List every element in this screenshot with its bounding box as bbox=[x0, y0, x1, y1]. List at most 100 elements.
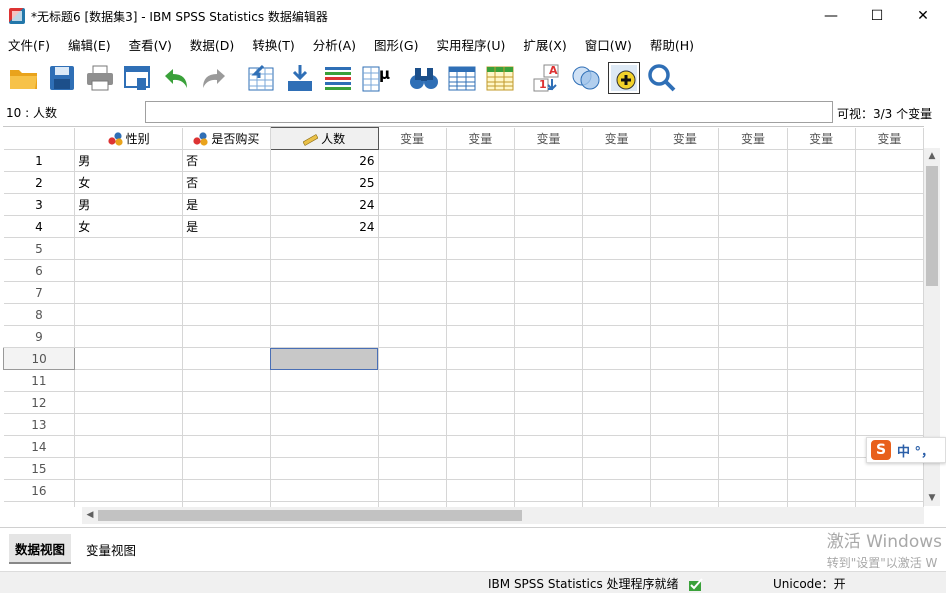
scroll-up-icon[interactable]: ▲ bbox=[924, 148, 940, 164]
data-cell[interactable] bbox=[650, 457, 720, 480]
data-cell[interactable] bbox=[787, 149, 856, 172]
data-cell[interactable] bbox=[270, 479, 379, 502]
data-cell[interactable] bbox=[446, 215, 515, 238]
data-cell[interactable] bbox=[718, 171, 788, 194]
variables-icon[interactable] bbox=[322, 62, 354, 94]
data-cell[interactable] bbox=[514, 325, 584, 348]
data-cell[interactable] bbox=[378, 149, 447, 172]
data-cell[interactable] bbox=[787, 479, 856, 502]
data-cell[interactable] bbox=[74, 479, 184, 502]
data-cell[interactable] bbox=[378, 479, 447, 502]
data-cell[interactable] bbox=[514, 303, 584, 326]
insert-cases-icon[interactable] bbox=[446, 62, 478, 94]
data-cell[interactable] bbox=[182, 391, 271, 414]
data-cell[interactable] bbox=[787, 303, 856, 326]
data-cell[interactable] bbox=[378, 171, 447, 194]
data-cell[interactable] bbox=[270, 347, 379, 370]
data-cell[interactable] bbox=[787, 413, 856, 436]
data-cell[interactable] bbox=[182, 237, 271, 260]
ime-toolbar[interactable]: S 中 °， bbox=[866, 437, 946, 463]
data-cell[interactable] bbox=[650, 149, 720, 172]
data-cell[interactable] bbox=[582, 281, 652, 304]
data-cell[interactable] bbox=[514, 193, 584, 216]
data-cell[interactable] bbox=[787, 435, 856, 458]
data-cell[interactable] bbox=[514, 347, 584, 370]
data-cell[interactable] bbox=[182, 457, 271, 480]
print-icon[interactable] bbox=[84, 62, 116, 94]
data-cell[interactable] bbox=[650, 215, 720, 238]
data-cell[interactable] bbox=[182, 479, 271, 502]
row-number[interactable]: 13 bbox=[3, 413, 76, 436]
menu-help[interactable]: 帮助(H) bbox=[642, 35, 704, 54]
data-cell[interactable] bbox=[74, 391, 184, 414]
empty-variable-header[interactable]: 变量 bbox=[378, 127, 447, 150]
insert-variable-icon[interactable] bbox=[484, 62, 516, 94]
horizontal-scroll-thumb[interactable] bbox=[98, 510, 522, 521]
data-cell[interactable] bbox=[855, 325, 924, 348]
data-cell[interactable]: 是 bbox=[182, 215, 271, 238]
data-cell[interactable] bbox=[650, 413, 720, 436]
use-sets-icon[interactable] bbox=[570, 62, 602, 94]
empty-variable-header[interactable]: 变量 bbox=[650, 127, 720, 150]
data-cell[interactable] bbox=[718, 347, 788, 370]
row-number[interactable]: 7 bbox=[3, 281, 76, 304]
data-cell[interactable] bbox=[446, 369, 515, 392]
data-cell[interactable] bbox=[446, 325, 515, 348]
menu-window[interactable]: 窗口(W) bbox=[577, 35, 642, 54]
data-cell[interactable] bbox=[378, 215, 447, 238]
data-cell[interactable] bbox=[582, 171, 652, 194]
data-cell[interactable] bbox=[270, 413, 379, 436]
data-cell[interactable] bbox=[378, 435, 447, 458]
data-cell[interactable] bbox=[650, 347, 720, 370]
close-button[interactable]: ✕ bbox=[900, 0, 946, 32]
data-cell[interactable] bbox=[718, 325, 788, 348]
data-cell[interactable] bbox=[270, 303, 379, 326]
data-cell[interactable]: 否 bbox=[182, 149, 271, 172]
menu-analyze[interactable]: 分析(A) bbox=[305, 35, 366, 54]
corner-cell[interactable] bbox=[3, 127, 76, 150]
data-cell[interactable]: 否 bbox=[182, 171, 271, 194]
data-cell[interactable] bbox=[270, 259, 379, 282]
horizontal-scrollbar[interactable]: ◀ bbox=[82, 507, 924, 524]
data-cell[interactable] bbox=[446, 259, 515, 282]
data-cell[interactable] bbox=[182, 347, 271, 370]
find-icon[interactable] bbox=[408, 62, 440, 94]
data-cell[interactable] bbox=[182, 435, 271, 458]
data-cell[interactable] bbox=[378, 259, 447, 282]
data-cell[interactable] bbox=[74, 237, 184, 260]
select-cases-icon[interactable] bbox=[608, 62, 640, 94]
menu-edit[interactable]: 编辑(E) bbox=[60, 35, 121, 54]
data-cell[interactable] bbox=[718, 413, 788, 436]
data-cell[interactable] bbox=[855, 413, 924, 436]
data-cell[interactable] bbox=[514, 369, 584, 392]
ime-status[interactable]: 中 °， bbox=[897, 441, 934, 460]
data-cell[interactable] bbox=[582, 325, 652, 348]
menu-data[interactable]: 数据(D) bbox=[182, 35, 244, 54]
data-cell[interactable] bbox=[378, 325, 447, 348]
data-cell[interactable] bbox=[270, 237, 379, 260]
data-cell[interactable] bbox=[74, 281, 184, 304]
data-cell[interactable] bbox=[270, 325, 379, 348]
row-number[interactable]: 16 bbox=[3, 479, 76, 502]
data-cell[interactable] bbox=[582, 193, 652, 216]
data-cell[interactable] bbox=[446, 413, 515, 436]
data-cell[interactable] bbox=[582, 259, 652, 282]
data-cell[interactable] bbox=[378, 193, 447, 216]
data-cell[interactable] bbox=[378, 369, 447, 392]
menu-extensions[interactable]: 扩展(X) bbox=[515, 35, 576, 54]
data-cell[interactable] bbox=[855, 347, 924, 370]
empty-variable-header[interactable]: 变量 bbox=[718, 127, 788, 150]
redo-icon[interactable] bbox=[198, 62, 230, 94]
data-cell[interactable]: 24 bbox=[270, 193, 379, 216]
data-cell[interactable] bbox=[582, 347, 652, 370]
data-cell[interactable] bbox=[74, 435, 184, 458]
data-cell[interactable] bbox=[718, 479, 788, 502]
menu-transform[interactable]: 转换(T) bbox=[244, 35, 304, 54]
row-number[interactable]: 10 bbox=[3, 347, 76, 370]
undo-icon[interactable] bbox=[160, 62, 192, 94]
data-cell[interactable] bbox=[718, 281, 788, 304]
empty-variable-header[interactable]: 变量 bbox=[446, 127, 515, 150]
data-cell[interactable] bbox=[74, 457, 184, 480]
data-cell[interactable] bbox=[270, 369, 379, 392]
data-cell[interactable] bbox=[270, 391, 379, 414]
